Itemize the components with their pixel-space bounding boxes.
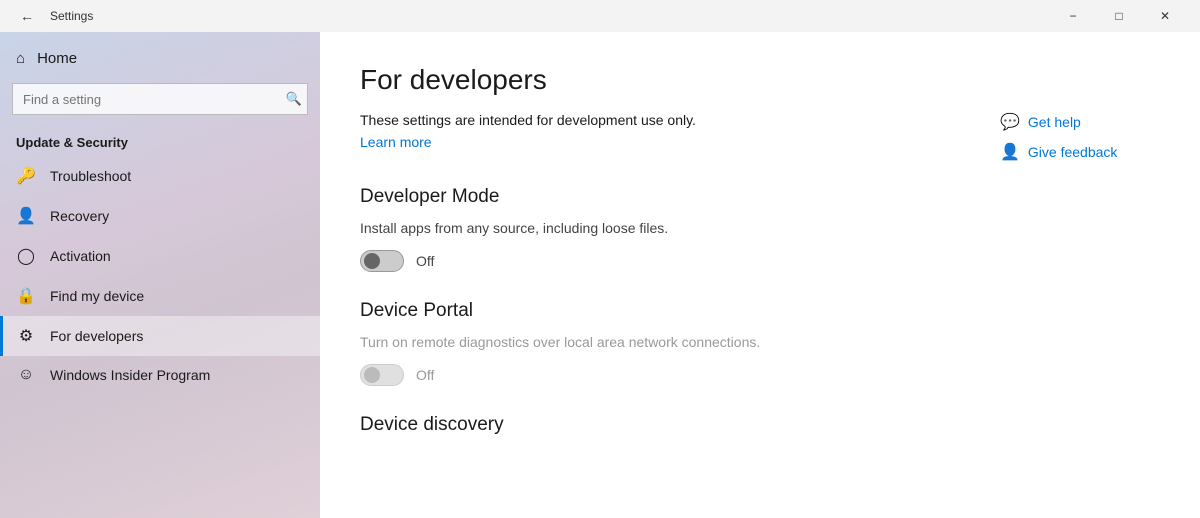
give-feedback-link[interactable]: 👤 Give feedback <box>1000 142 1160 162</box>
activation-icon: ◯ <box>16 246 36 266</box>
home-icon: ⌂ <box>16 50 25 67</box>
sidebar-item-label: Find my device <box>50 288 144 304</box>
search-icon: 🔍 <box>286 91 302 107</box>
sidebar-item-home[interactable]: ⌂ Home <box>0 40 320 77</box>
minimize-button[interactable]: − <box>1050 0 1096 32</box>
sidebar-item-for-developers[interactable]: ⚙ For developers <box>0 316 320 356</box>
get-help-link[interactable]: 💬 Get help <box>1000 112 1160 132</box>
sidebar-section-title: Update & Security <box>0 127 320 156</box>
developer-mode-toggle-label: Off <box>416 253 434 269</box>
window-controls: − □ ✕ <box>1050 0 1188 32</box>
help-links: 💬 Get help 👤 Give feedback <box>1000 112 1160 162</box>
sidebar-item-label: Recovery <box>50 208 109 224</box>
back-button[interactable]: ← <box>12 1 42 31</box>
developer-mode-heading: Developer Mode <box>360 186 1160 208</box>
get-help-label: Get help <box>1028 114 1081 130</box>
sidebar-item-troubleshoot[interactable]: 🔑 Troubleshoot <box>0 156 320 196</box>
get-help-icon: 💬 <box>1000 112 1020 132</box>
device-portal-toggle-knob <box>364 367 380 383</box>
windows-insider-icon: ☺ <box>16 366 36 384</box>
device-portal-desc: Turn on remote diagnostics over local ar… <box>360 334 1160 350</box>
sidebar-item-windows-insider[interactable]: ☺ Windows Insider Program <box>0 356 320 394</box>
app-body: ⌂ Home 🔍 Update & Security 🔑 Troubleshoo… <box>0 32 1200 518</box>
sidebar-home-label: Home <box>37 50 77 67</box>
developer-mode-toggle-row: Off <box>360 250 1160 272</box>
developer-mode-toggle-knob <box>364 253 380 269</box>
sidebar-search-container: 🔍 <box>12 83 308 115</box>
sidebar-item-label: Windows Insider Program <box>50 367 210 383</box>
sidebar: ⌂ Home 🔍 Update & Security 🔑 Troubleshoo… <box>0 32 320 518</box>
recovery-icon: 👤 <box>16 206 36 226</box>
device-portal-toggle <box>360 364 404 386</box>
developer-mode-desc: Install apps from any source, including … <box>360 220 1160 236</box>
device-discovery-heading: Device discovery <box>360 414 1160 436</box>
device-portal-heading: Device Portal <box>360 300 1160 322</box>
device-portal-toggle-label: Off <box>416 367 434 383</box>
close-button[interactable]: ✕ <box>1142 0 1188 32</box>
search-input[interactable] <box>12 83 308 115</box>
page-title: For developers <box>360 64 1160 96</box>
titlebar-title: Settings <box>50 9 93 23</box>
troubleshoot-icon: 🔑 <box>16 166 36 186</box>
sidebar-item-find-my-device[interactable]: 🔒 Find my device <box>0 276 320 316</box>
find-my-device-icon: 🔒 <box>16 286 36 306</box>
description-row: These settings are intended for developm… <box>360 112 1160 162</box>
developer-mode-toggle[interactable] <box>360 250 404 272</box>
maximize-button[interactable]: □ <box>1096 0 1142 32</box>
sidebar-item-label: Troubleshoot <box>50 168 131 184</box>
titlebar: ← Settings − □ ✕ <box>0 0 1200 32</box>
sidebar-item-label: For developers <box>50 328 143 344</box>
give-feedback-label: Give feedback <box>1028 144 1118 160</box>
learn-more-link[interactable]: Learn more <box>360 134 432 150</box>
desc-left: These settings are intended for developm… <box>360 112 1000 152</box>
sidebar-item-activation[interactable]: ◯ Activation <box>0 236 320 276</box>
give-feedback-icon: 👤 <box>1000 142 1020 162</box>
sidebar-item-label: Activation <box>50 248 111 264</box>
device-portal-toggle-row: Off <box>360 364 1160 386</box>
sidebar-item-recovery[interactable]: 👤 Recovery <box>0 196 320 236</box>
main-content: For developers These settings are intend… <box>320 32 1200 518</box>
description-text: These settings are intended for developm… <box>360 112 1000 128</box>
for-developers-icon: ⚙ <box>16 326 36 346</box>
